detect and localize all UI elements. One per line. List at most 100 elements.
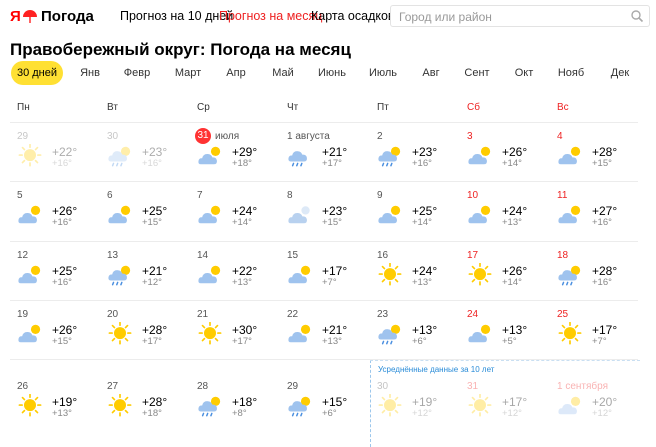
partly-cloudy-icon [18, 324, 41, 343]
day-cell[interactable]: 30 +23° +16° [100, 123, 190, 182]
day-cell[interactable]: 1 сентября +20° +12° [550, 373, 640, 432]
temp-high: +26° [52, 323, 78, 337]
day-number: 9 [377, 190, 383, 201]
day-cell[interactable]: 11 +27° +16° [550, 182, 640, 241]
day-number: 21 [197, 309, 209, 320]
day-number: 6 [107, 190, 113, 201]
temp-low: +12° [502, 408, 522, 419]
search-input[interactable]: Город или район [390, 5, 650, 27]
weekday-header: Вт [107, 102, 118, 113]
day-cell[interactable]: 17 +26° +14° [460, 242, 550, 301]
tab-month[interactable]: Март [175, 61, 201, 85]
tab-month[interactable]: Янв [80, 61, 100, 85]
temp-high: +27° [592, 204, 618, 218]
temp-high: +25° [412, 204, 438, 218]
tab-month[interactable]: Авг [422, 61, 439, 85]
logo[interactable]: Я Погода [10, 8, 94, 25]
day-number: 5 [17, 190, 23, 201]
day-number: 23 [377, 309, 389, 320]
temp-high: +21° [322, 145, 348, 159]
temp-low: +18° [142, 408, 162, 419]
day-number: 27 [107, 381, 119, 392]
tab-month[interactable]: Май [272, 61, 294, 85]
day-cell[interactable]: 25 +17° +7° [550, 301, 640, 360]
day-cell[interactable]: 18 +28° +16° [550, 242, 640, 301]
day-number: 14 [197, 250, 209, 261]
temp-high: +18° [232, 395, 258, 409]
nav-precip-map[interactable]: Карта осадков [311, 9, 395, 23]
search-icon[interactable] [630, 9, 644, 23]
day-cell[interactable]: 26 +19° +13° [10, 373, 100, 432]
temp-low: +14° [502, 158, 522, 169]
tab-month[interactable]: 30 дней [11, 61, 63, 85]
weekday-header: Ср [197, 102, 210, 113]
day-cell[interactable]: 29 +15° +6° [280, 373, 370, 432]
day-cell[interactable]: 6 +25° +15° [100, 182, 190, 241]
temp-low: +16° [52, 217, 72, 228]
cloud-rain-icon [378, 146, 401, 167]
day-cell[interactable]: 31 июля +29° +18° [190, 123, 280, 182]
day-number: 2 [377, 131, 383, 142]
day-cell[interactable]: 23 +13° +6° [370, 301, 460, 360]
day-cell[interactable]: 22 +21° +13° [280, 301, 370, 360]
temp-low: +18° [232, 158, 252, 169]
day-cell[interactable]: 24 +13° +5° [460, 301, 550, 360]
day-cell[interactable]: 14 +22° +13° [190, 242, 280, 301]
temp-high: +20° [592, 395, 618, 409]
temp-low: +16° [412, 158, 432, 169]
partly-cloudy-icon [468, 205, 491, 224]
day-cell[interactable]: 13 +21° +12° [100, 242, 190, 301]
tab-month[interactable]: Июнь [318, 61, 346, 85]
day-cell[interactable]: 31 +17° +12° [460, 373, 550, 432]
temp-high: +21° [322, 323, 348, 337]
day-cell[interactable]: 29 +22° +16° [10, 123, 100, 182]
day-number: 26 [17, 381, 29, 392]
average-divider-top [370, 360, 640, 361]
sun-rain-icon [108, 265, 131, 286]
cloud-rain-icon [288, 396, 311, 417]
temp-high: +17° [502, 395, 528, 409]
sun-icon [558, 322, 582, 345]
month-tabs: 30 дней Янв Февр Март Апр Май Июнь Июль Авг Сент О… [10, 61, 650, 85]
temp-low: +17° [322, 158, 342, 169]
day-cell[interactable]: 30 +19° +12° [370, 373, 460, 432]
day-cell[interactable]: 9 +25° +14° [370, 182, 460, 241]
partly-cloudy-icon [198, 146, 221, 165]
tab-month[interactable]: Июль [369, 61, 397, 85]
temp-high: +25° [52, 264, 78, 278]
nav-month[interactable]: Прогноз на месяц [219, 9, 322, 23]
day-cell[interactable]: 21 +30° +17° [190, 301, 280, 360]
day-cell[interactable]: 19 +26° +15° [10, 301, 100, 360]
sun-icon [108, 322, 132, 345]
temp-high: +30° [232, 323, 258, 337]
tab-month[interactable]: Дек [611, 61, 629, 85]
temp-low: +15° [142, 217, 162, 228]
sun-icon [378, 263, 402, 286]
day-cell[interactable]: 4 +28° +15° [550, 123, 640, 182]
day-number: 15 [287, 250, 299, 261]
day-cell[interactable]: 16 +24° +13° [370, 242, 460, 301]
day-cell[interactable]: 8 +23° +15° [280, 182, 370, 241]
day-cell[interactable]: 1 августа +21° +17° [280, 123, 370, 182]
tab-month[interactable]: Окт [515, 61, 534, 85]
nav-10-days[interactable]: Прогноз на 10 дней [120, 9, 233, 23]
day-cell[interactable]: 2 +23° +16° [370, 123, 460, 182]
day-cell[interactable]: 10 +24° +13° [460, 182, 550, 241]
day-cell[interactable]: 28 +18° +8° [190, 373, 280, 432]
sun-icon [198, 322, 222, 345]
tab-month[interactable]: Нояб [558, 61, 584, 85]
day-cell[interactable]: 15 +17° +7° [280, 242, 370, 301]
tab-month[interactable]: Февр [124, 61, 150, 85]
partly-cloudy-icon [18, 205, 41, 224]
tab-month[interactable]: Апр [226, 61, 245, 85]
temp-low: +12° [142, 277, 162, 288]
day-cell[interactable]: 20 +28° +17° [100, 301, 190, 360]
day-cell[interactable]: 5 +26° +16° [10, 182, 100, 241]
day-cell[interactable]: 27 +28° +18° [100, 373, 190, 432]
day-number: 28 [197, 381, 209, 392]
partly-cloudy-icon [288, 324, 311, 343]
day-cell[interactable]: 12 +25° +16° [10, 242, 100, 301]
tab-month[interactable]: Сент [464, 61, 489, 85]
day-cell[interactable]: 7 +24° +14° [190, 182, 280, 241]
day-cell[interactable]: 3 +26° +14° [460, 123, 550, 182]
